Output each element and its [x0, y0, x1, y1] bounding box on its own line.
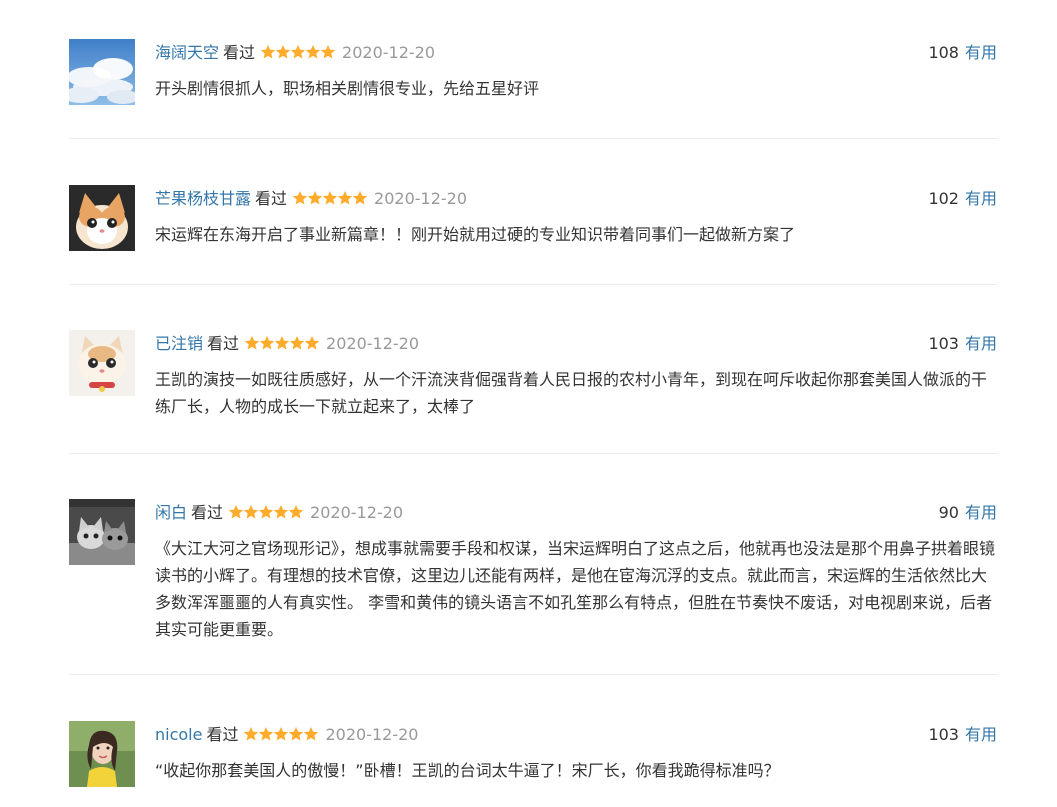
- star-icon: [260, 44, 276, 59]
- woman-portrait-avatar-icon: [69, 721, 135, 787]
- cat-avatar-icon: [69, 185, 135, 251]
- review-text: 王凯的演技一如既往质感好，从一个汗流浃背倔强背着人民日报的农村小青年，到现在呵斥…: [155, 370, 988, 416]
- useful-button[interactable]: 有用: [965, 189, 997, 208]
- vote-area: 102 有用: [928, 185, 997, 213]
- watch-status: 看过: [255, 189, 288, 208]
- star-icon: [243, 504, 259, 519]
- username-link[interactable]: nicole: [155, 725, 202, 744]
- star-icon: [244, 335, 260, 350]
- sky-clouds-avatar-icon: [69, 39, 135, 105]
- review-text: 开头剧情很抓人，职场相关剧情很专业，先给五星好评: [155, 79, 540, 98]
- star-icon: [292, 190, 308, 205]
- star-icon: [305, 44, 321, 59]
- star-icon: [244, 726, 259, 741]
- review-date: 2020-12-20: [342, 43, 436, 62]
- star-icon: [337, 190, 353, 205]
- vote-count: 103: [928, 334, 959, 353]
- star-icon: [290, 44, 306, 59]
- review-text: 宋运辉在东海开启了事业新篇章！！刚开始就用过硬的专业知识带着同事们一起做新方案了: [155, 225, 796, 244]
- review-date: 2020-12-20: [374, 189, 468, 208]
- username-link[interactable]: 芒果杨枝甘露: [155, 189, 251, 208]
- watch-status: 看过: [223, 43, 256, 62]
- rating-stars: [292, 190, 368, 206]
- rating-stars: [260, 44, 336, 60]
- star-icon: [304, 335, 320, 350]
- useful-button[interactable]: 有用: [965, 725, 997, 744]
- star-icon: [274, 335, 290, 350]
- rating-stars: [243, 726, 319, 742]
- useful-button[interactable]: 有用: [965, 43, 997, 62]
- cat-avatar-icon: [69, 330, 135, 396]
- review-date: 2020-12-20: [326, 334, 420, 353]
- vote-count: 108: [928, 43, 959, 62]
- review-text: 《大江大河之官场现形记》，想成事就需要手段和权谋，当宋运辉明白了这点之后，他就再…: [155, 539, 996, 639]
- avatar[interactable]: [69, 39, 135, 105]
- avatar[interactable]: [69, 499, 135, 565]
- vote-area: 103 有用: [928, 721, 997, 749]
- vote-count: 102: [928, 189, 959, 208]
- star-icon: [228, 504, 244, 519]
- vote-area: 103 有用: [928, 330, 997, 358]
- star-icon: [322, 190, 338, 205]
- star-icon: [304, 726, 319, 741]
- star-icon: [275, 44, 291, 59]
- star-icon: [352, 190, 368, 205]
- watch-status: 看过: [206, 725, 239, 744]
- watch-status: 看过: [191, 503, 224, 522]
- avatar[interactable]: [69, 330, 135, 396]
- review-list: 海阔天空 看过 2020-12-20 108 有用 开头剧情很抓人，职场相关剧情很专…: [69, 39, 997, 795]
- review-item: 已注销 看过 2020-12-20 103 有用 王凯的演技一如既往质感好，从一个汗…: [69, 285, 997, 453]
- rating-stars: [244, 335, 320, 351]
- username-link[interactable]: 已注销: [155, 334, 203, 353]
- avatar[interactable]: [69, 185, 135, 251]
- watch-status: 看过: [207, 334, 240, 353]
- review-date: 2020-12-20: [325, 725, 419, 744]
- star-icon: [320, 44, 336, 59]
- vote-area: 90 有用: [939, 499, 997, 527]
- star-icon: [273, 504, 289, 519]
- star-icon: [274, 726, 289, 741]
- review-item: 芒果杨枝甘露 看过 2020-12-20 102 有用 宋运辉在东海开启了事业新篇章…: [69, 139, 997, 284]
- star-icon: [288, 504, 304, 519]
- review-item: 海阔天空 看过 2020-12-20 108 有用 开头剧情很抓人，职场相关剧情很专…: [69, 39, 997, 138]
- avatar[interactable]: [69, 721, 135, 787]
- vote-count: 103: [928, 725, 959, 744]
- star-icon: [307, 190, 323, 205]
- review-text: “收起你那套美国人的傲慢！”卧槽！王凯的台词太牛逼了！宋厂长，你看我跪得标准吗？: [155, 761, 780, 780]
- vote-count: 90: [938, 503, 959, 522]
- star-icon: [259, 335, 275, 350]
- review-item: nicole 看过 2020-12-20 103 有用 “收起你那套美国人的傲慢！”…: [69, 675, 997, 795]
- review-item: 闲白 看过 2020-12-20 90 有用 《大江大河之官场现形记》，想成事就需要…: [69, 454, 997, 674]
- review-date: 2020-12-20: [310, 503, 404, 522]
- star-icon: [259, 726, 274, 741]
- star-icon: [289, 726, 304, 741]
- username-link[interactable]: 海阔天空: [155, 43, 219, 62]
- star-icon: [258, 504, 274, 519]
- cats-grayscale-avatar-icon: [69, 499, 135, 565]
- rating-stars: [228, 504, 304, 520]
- username-link[interactable]: 闲白: [155, 503, 187, 522]
- useful-button[interactable]: 有用: [965, 334, 997, 353]
- star-icon: [289, 335, 305, 350]
- vote-area: 108 有用: [928, 39, 997, 67]
- useful-button[interactable]: 有用: [965, 503, 997, 522]
